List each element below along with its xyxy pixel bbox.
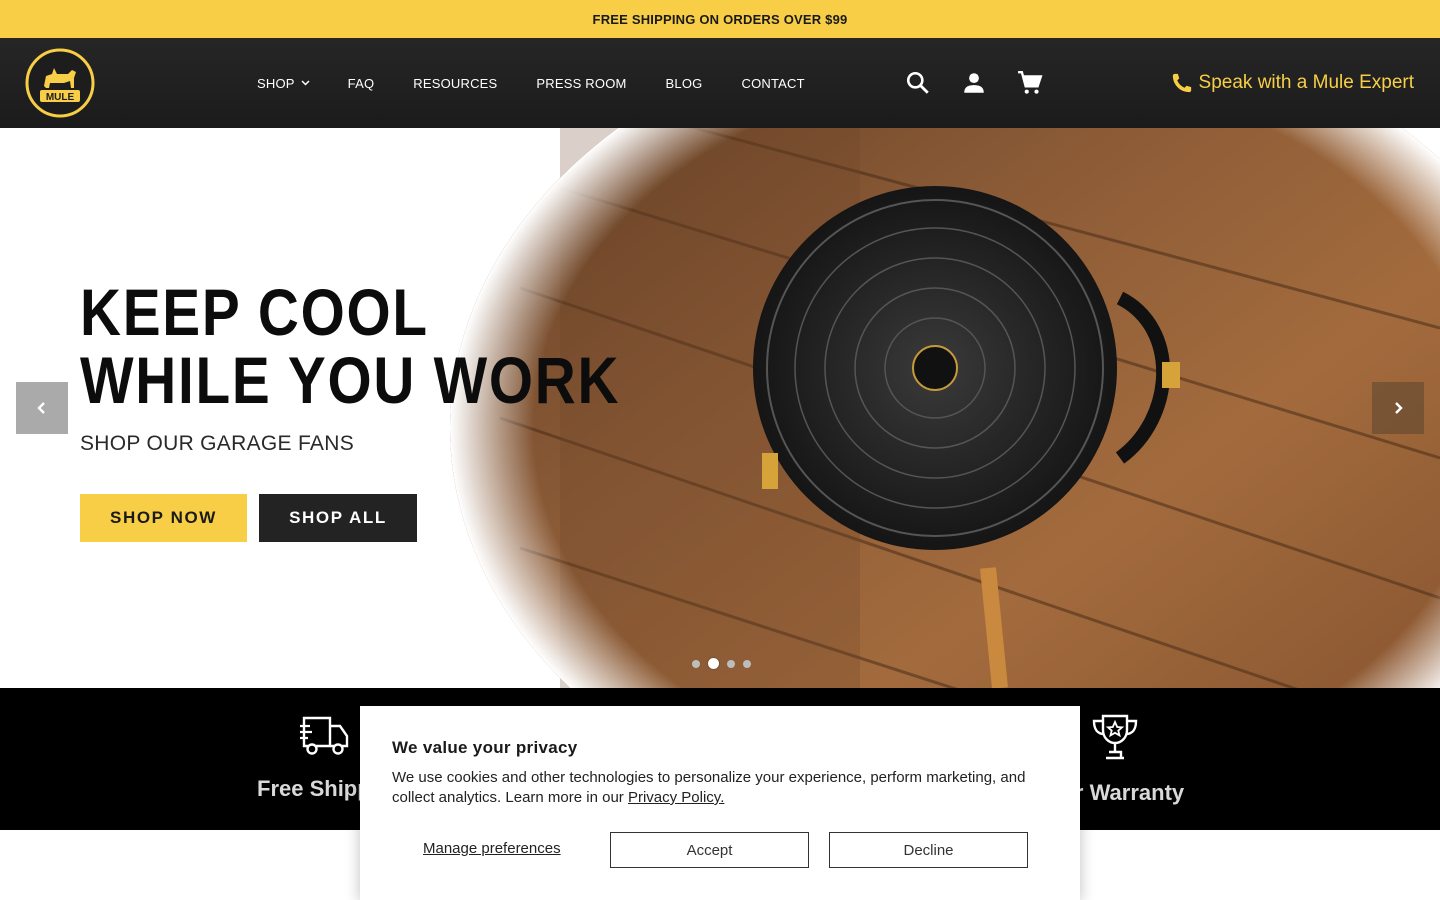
chevron-left-icon [37, 402, 45, 414]
search-button[interactable] [900, 65, 936, 101]
nav-item-press-room[interactable]: PRESS ROOM [536, 76, 626, 91]
nav-item-label: SHOP [257, 75, 295, 91]
nav-item-contact[interactable]: CONTACT [741, 76, 804, 91]
cart-icon [1018, 70, 1043, 94]
main-nav: SHOP FAQ RESOURCES PRESS ROOM BLOG CONTA… [257, 38, 805, 128]
carousel-dot-4[interactable] [743, 659, 751, 668]
speak-expert-label: Speak with a Mule Expert [1198, 72, 1414, 93]
nav-item-label: PRESS ROOM [536, 75, 627, 91]
decline-button[interactable]: Decline [829, 832, 1028, 868]
nav-item-label: CONTACT [741, 75, 805, 91]
accept-button[interactable]: Accept [610, 832, 809, 868]
cookie-consent-dialog: We value your privacy We use cookies and… [360, 706, 1080, 900]
nav-item-resources[interactable]: RESOURCES [413, 76, 497, 91]
hero-title: KEEP COOL WHILE YOU WORK [80, 278, 620, 414]
hero-carousel: KEEP COOL WHILE YOU WORK SHOP OUR GARAGE… [0, 128, 1440, 688]
search-icon [906, 71, 929, 94]
cookie-description: We use cookies and other technologies to… [392, 768, 1052, 808]
announcement-text: FREE SHIPPING ON ORDERS OVER $99 [592, 11, 848, 27]
account-icon [964, 73, 984, 93]
carousel-dots [692, 658, 759, 669]
nav-item-label: FAQ [347, 75, 375, 91]
mule-logo[interactable]: MULE [24, 48, 96, 118]
trophy-icon [1092, 714, 1138, 760]
chevron-down-icon [301, 80, 310, 86]
hero-title-line-1: KEEP COOL [80, 275, 429, 349]
carousel-prev-button[interactable] [16, 382, 68, 434]
hero-title-line-2: WHILE YOU WORK [80, 343, 621, 417]
carousel-dot-3[interactable] [727, 659, 735, 668]
nav-item-blog[interactable]: BLOG [666, 76, 703, 91]
nav-item-label: RESOURCES [413, 75, 498, 91]
nav-item-faq[interactable]: FAQ [348, 76, 375, 91]
nav-item-label: BLOG [665, 75, 703, 91]
site-header: MULE SHOP FAQ RESOURCES PRESS ROOM BLOG … [0, 38, 1440, 128]
announcement-bar: FREE SHIPPING ON ORDERS OVER $99 [0, 0, 1440, 38]
cookie-title: We value your privacy [392, 738, 578, 757]
account-button[interactable] [956, 65, 992, 101]
shop-now-button[interactable]: SHOP NOW [80, 494, 247, 542]
hero-subtitle: SHOP OUR GARAGE FANS [80, 432, 355, 455]
carousel-next-button[interactable] [1372, 382, 1424, 434]
truck-icon [300, 716, 349, 755]
carousel-dot-1[interactable] [692, 659, 700, 668]
nav-item-shop[interactable]: SHOP [257, 76, 310, 91]
shop-all-button[interactable]: SHOP ALL [259, 494, 417, 542]
chevron-right-icon [1395, 402, 1403, 414]
logo-text: MULE [46, 92, 75, 103]
carousel-dot-2[interactable] [708, 658, 719, 669]
phone-icon [1172, 73, 1191, 93]
header-icons [900, 38, 1048, 128]
cart-button[interactable] [1012, 65, 1048, 101]
privacy-policy-link[interactable]: Privacy Policy. [628, 789, 724, 806]
manage-preferences-button[interactable]: Manage preferences [423, 840, 561, 857]
speak-expert-link[interactable]: Speak with a Mule Expert [1171, 38, 1414, 128]
